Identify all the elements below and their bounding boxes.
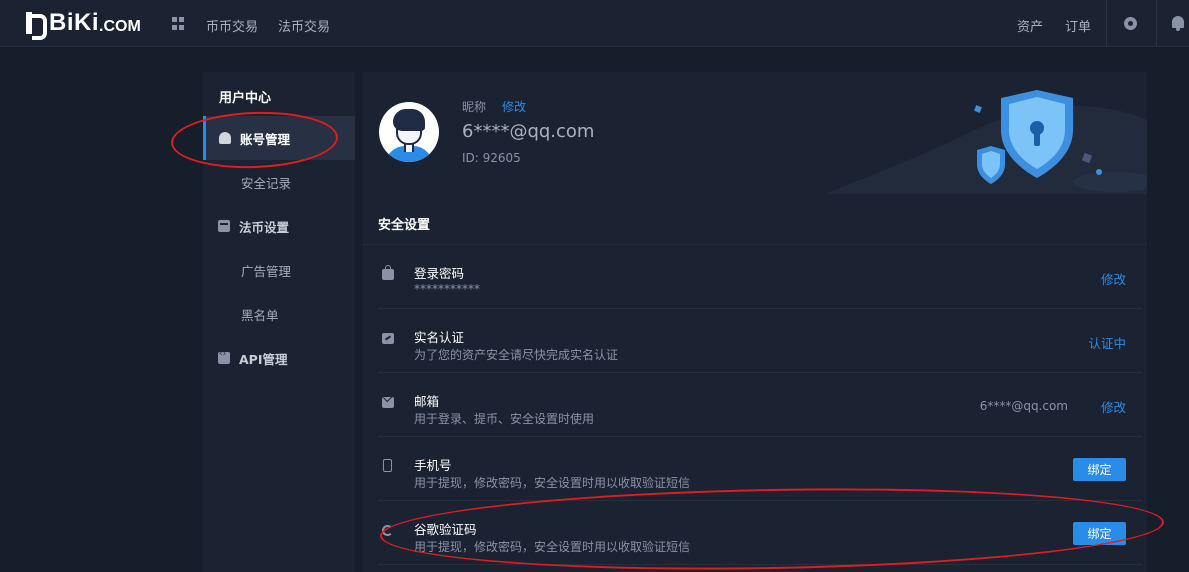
nav-orders[interactable]: 订单 [1065, 16, 1091, 35]
sidebar-title: 用户中心 [219, 91, 272, 106]
sidebar-item-security-records[interactable]: 安全记录 [203, 160, 355, 204]
row-title: 邮箱 [414, 394, 440, 409]
user-center-sidebar: 用户中心 账号管理 安全记录 法币设置 广告管理 黑名单 API管理 [203, 72, 355, 572]
sidebar-item-account-management[interactable]: 账号管理 [203, 116, 355, 160]
row-title: 登录密码 [414, 266, 465, 281]
row-title: 谷歌验证码 [414, 522, 477, 537]
logo-text: BiKi [49, 9, 99, 36]
nav-spot-trading[interactable]: 币币交易 [206, 16, 258, 35]
verification-status-link[interactable]: 认证中 [1088, 333, 1126, 352]
edit-password-link[interactable]: 修改 [1101, 269, 1126, 288]
sidebar-item-label: API管理 [239, 351, 288, 367]
security-row-identity-verification: 实名认证 为了您的资产安全请尽快完成实名认证 认证中 [378, 309, 1142, 373]
user-icon [219, 132, 231, 144]
top-navigation-bar: BiKi .COM 币币交易 法币交易 资产 订单 [0, 0, 1189, 47]
user-id: ID: 92605 [462, 151, 521, 165]
security-shield-illustration [825, 90, 1147, 194]
row-title: 实名认证 [414, 330, 465, 345]
edit-email-link[interactable]: 修改 [1101, 397, 1126, 416]
security-row-email: 邮箱 用于登录、提币、安全设置时使用 6****@qq.com 修改 [378, 373, 1142, 437]
sidebar-item-blacklist[interactable]: 黑名单 [203, 292, 355, 336]
row-description: 用于登录、提币、安全设置时使用 [414, 412, 595, 426]
bind-phone-button[interactable]: 绑定 [1073, 458, 1126, 481]
row-description: 用于提现，修改密码，安全设置时用以收取验证短信 [414, 540, 691, 554]
row-description: 用于提现，修改密码，安全设置时用以收取验证短信 [414, 476, 691, 490]
biki-logo[interactable]: BiKi .COM [26, 9, 141, 40]
avatar[interactable] [379, 102, 439, 162]
bind-google-auth-button[interactable]: 绑定 [1073, 522, 1126, 545]
nav-assets[interactable]: 资产 [1017, 16, 1043, 35]
security-row-google-authenticator: 谷歌验证码 用于提现，修改密码，安全设置时用以收取验证短信 绑定 [378, 501, 1142, 565]
account-main-panel: 昵称 修改 6****@qq.com ID: 92605 安全设置 登录密码 *… [363, 72, 1147, 572]
sidebar-item-api-management[interactable]: API管理 [203, 336, 355, 380]
biki-logo-mark-icon [26, 12, 47, 40]
card-icon [218, 220, 230, 232]
row-description: *********** [414, 282, 480, 296]
gear-icon[interactable] [1124, 17, 1137, 30]
divider [1106, 0, 1107, 47]
divider [1156, 0, 1157, 47]
account-email: 6****@qq.com [462, 121, 595, 142]
sidebar-item-label: 法币设置 [239, 219, 290, 235]
edit-nickname-link[interactable]: 修改 [502, 98, 526, 115]
security-row-phone: 手机号 用于提现，修改密码，安全设置时用以收取验证短信 绑定 [378, 437, 1142, 501]
nav-otc-trading[interactable]: 法币交易 [278, 16, 330, 35]
sidebar-item-label: 黑名单 [241, 307, 279, 323]
sidebar-item-label: 广告管理 [241, 263, 292, 279]
apps-grid-icon[interactable] [172, 17, 185, 30]
id-card-icon [382, 333, 394, 344]
sidebar-item-ad-management[interactable]: 广告管理 [203, 248, 355, 292]
avatar-neck [404, 144, 414, 152]
phone-icon [383, 459, 392, 472]
bound-email-value: 6****@qq.com [979, 399, 1068, 413]
lock-icon [382, 265, 394, 280]
api-icon [218, 349, 230, 364]
avatar-hair [393, 109, 425, 131]
sidebar-item-fiat-settings[interactable]: 法币设置 [203, 204, 355, 248]
google-auth-icon [382, 525, 393, 536]
nickname-label: 昵称 [462, 100, 487, 114]
row-title: 手机号 [414, 458, 452, 473]
sidebar-item-label: 账号管理 [240, 131, 291, 147]
row-description: 为了您的资产安全请尽快完成实名认证 [414, 348, 619, 362]
security-row-login-password: 登录密码 *********** 修改 [378, 245, 1142, 309]
logo-suffix: .COM [99, 17, 141, 35]
sidebar-item-label: 安全记录 [241, 175, 292, 191]
bell-icon[interactable] [1172, 16, 1184, 31]
security-settings-title: 安全设置 [378, 218, 431, 233]
mail-icon [382, 397, 394, 408]
